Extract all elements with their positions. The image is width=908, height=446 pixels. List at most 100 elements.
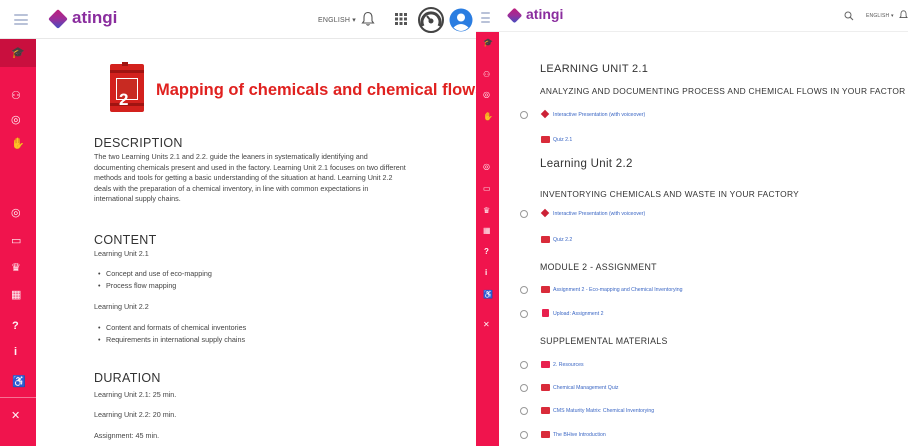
users-icon[interactable]: ⚇ — [11, 89, 21, 103]
activity-item[interactable]: Assignment 2 - Eco-mapping and Chemical … — [520, 285, 900, 299]
brand-name[interactable]: atingi — [526, 6, 563, 22]
course-overview-pane: atingi ENGLISH ▾ 🎓 ⚇ ◎ ✋ ◎ ▭ ♛ ▦ ? i ♿ ✕… — [0, 0, 476, 446]
activity-link[interactable]: Quiz 2.2 — [553, 237, 572, 243]
completion-checkbox[interactable] — [520, 286, 528, 294]
language-selector[interactable]: ENGLISH ▾ — [318, 16, 356, 24]
activity-item[interactable]: Upload: Assignment 2 — [520, 309, 900, 323]
quiz-icon — [541, 236, 550, 243]
trophy-icon[interactable]: ♛ — [11, 261, 21, 275]
users-icon[interactable]: ⚇ — [483, 70, 490, 80]
content-bullet: Concept and use of eco-mapping — [98, 269, 212, 278]
activity-item[interactable]: CMS Maturity Matrix: Chemical Inventoryi… — [520, 406, 900, 420]
bell-icon[interactable] — [361, 11, 375, 27]
activity-link[interactable]: Interactive Presentation (with voiceover… — [553, 112, 645, 118]
folder-icon[interactable]: ▭ — [11, 234, 21, 248]
brand-name[interactable]: atingi — [72, 8, 117, 28]
activity-item[interactable]: Chemical Management Quiz — [520, 383, 900, 397]
compass-icon[interactable]: ◎ — [11, 113, 21, 127]
completion-checkbox[interactable] — [520, 210, 528, 218]
activity-item[interactable]: Interactive Presentation (with voiceover… — [520, 208, 900, 223]
completion-checkbox[interactable] — [520, 361, 528, 369]
graduation-cap-icon[interactable]: 🎓 — [11, 46, 25, 60]
activity-link[interactable]: Interactive Presentation (with voiceover… — [553, 211, 645, 217]
completion-checkbox[interactable] — [520, 111, 528, 119]
activity-link[interactable]: 2. Resources — [553, 362, 584, 368]
module-number: 2 — [119, 90, 129, 109]
progress-gauge-icon[interactable] — [417, 6, 445, 34]
unit1-title: LEARNING UNIT 2.1 — [540, 63, 649, 75]
upload-icon — [542, 309, 549, 317]
collapse-icon[interactable]: ✕ — [483, 320, 490, 330]
completion-checkbox[interactable] — [520, 431, 528, 439]
course-description: 2 Mapping of chemicals and chemical flow… — [36, 40, 476, 446]
completion-checkbox[interactable] — [520, 384, 528, 392]
unit2-subtitle: INVENTORYING CHEMICALS AND WASTE IN YOUR… — [540, 189, 800, 199]
activity-item[interactable]: Quiz 2.2 — [520, 235, 900, 249]
activity-item[interactable]: The BHive Introduction — [520, 430, 900, 444]
activity-item[interactable]: Quiz 2.1 — [520, 135, 900, 149]
unit2-title: Learning Unit 2.2 — [540, 158, 633, 170]
thumbs-up-icon[interactable]: ✋ — [11, 137, 25, 151]
completion-checkbox[interactable] — [520, 310, 528, 318]
description-line: deals with the preparation of a chemical… — [94, 183, 369, 193]
right-sidebar: 🎓 ⚇ ◎ ✋ ◎ ▭ ♛ ▦ ? i ♿ ✕ — [476, 32, 499, 446]
content-bullet: Content and formats of chemical inventor… — [98, 323, 246, 332]
language-selector[interactable]: ENGLISH ▾ — [866, 13, 894, 19]
top-bar: atingi ENGLISH ▾ — [0, 0, 476, 39]
module-title: Mapping of chemicals and chemical flows — [156, 81, 476, 99]
activity-item[interactable]: Interactive Presentation (with voiceover… — [520, 109, 900, 124]
thumbs-up-icon[interactable]: ✋ — [483, 112, 493, 122]
description-line: The two Learning Units 2.1 and 2.2. guid… — [94, 152, 368, 161]
content-unit2-label: Learning Unit 2.2 — [94, 302, 149, 311]
bell-icon[interactable] — [899, 9, 908, 21]
duration-line: Assignment: 45 min. — [94, 431, 160, 440]
content-bullet: Process flow mapping — [98, 281, 176, 290]
calendar-icon[interactable]: ▦ — [483, 226, 491, 236]
accessibility-icon[interactable]: ♿ — [483, 290, 493, 300]
accessibility-icon[interactable]: ♿ — [12, 375, 26, 389]
collapse-icon[interactable]: ✕ — [11, 409, 20, 423]
description-line: methods and tools for getting a basic un… — [94, 173, 393, 183]
compass-icon[interactable]: ◎ — [483, 90, 490, 100]
info-icon[interactable]: i — [485, 268, 487, 278]
activity-item[interactable]: 2. Resources — [520, 360, 900, 374]
info-icon[interactable]: i — [14, 345, 17, 359]
presentation-icon — [540, 208, 550, 218]
search-icon[interactable] — [844, 11, 854, 21]
help-icon[interactable]: ? — [12, 319, 19, 333]
quiz-icon — [541, 136, 550, 143]
activity-link[interactable]: Quiz 2.1 — [553, 137, 572, 143]
assignment-title: MODULE 2 - ASSIGNMENT — [540, 262, 657, 272]
activity-link[interactable]: CMS Maturity Matrix: Chemical Inventoryi… — [553, 408, 654, 414]
folder-icon[interactable]: ▭ — [483, 184, 491, 194]
explore-icon[interactable]: ◎ — [483, 162, 490, 172]
document-icon — [541, 407, 550, 414]
document-icon — [541, 431, 550, 438]
unit1-subtitle: ANALYZING AND DOCUMENTING PROCESS AND CH… — [540, 86, 906, 96]
top-bar-right: atingi ENGLISH ▾ — [476, 0, 908, 32]
explore-icon[interactable]: ◎ — [11, 206, 21, 220]
graduation-cap-icon[interactable]: 🎓 — [483, 38, 493, 48]
activity-link[interactable]: The BHive Introduction — [553, 432, 606, 438]
menu-icon[interactable] — [481, 12, 490, 23]
completion-checkbox[interactable] — [520, 407, 528, 415]
content-bullet: Requirements in international supply cha… — [98, 335, 245, 344]
assignment-icon — [541, 286, 550, 293]
trophy-icon[interactable]: ♛ — [483, 206, 490, 216]
folder-icon — [541, 361, 550, 368]
user-avatar-icon[interactable] — [449, 8, 473, 32]
help-icon[interactable]: ? — [484, 247, 489, 257]
atingi-logo-icon — [506, 7, 523, 24]
quiz-icon — [541, 384, 550, 391]
supplemental-title: SUPPLEMENTAL MATERIALS — [540, 336, 668, 346]
calendar-icon[interactable]: ▦ — [11, 288, 21, 302]
apps-grid-icon[interactable] — [394, 12, 408, 26]
description-heading: DESCRIPTION — [94, 136, 183, 150]
menu-icon[interactable] — [14, 14, 28, 25]
course-contents-pane: atingi ENGLISH ▾ 🎓 ⚇ ◎ ✋ ◎ ▭ ♛ ▦ ? i ♿ ✕… — [476, 0, 908, 446]
activity-link[interactable]: Chemical Management Quiz — [553, 385, 618, 391]
presentation-icon — [540, 109, 550, 119]
activity-link[interactable]: Upload: Assignment 2 — [553, 311, 603, 317]
activity-link[interactable]: Assignment 2 - Eco-mapping and Chemical … — [553, 287, 682, 293]
left-sidebar: 🎓 ⚇ ◎ ✋ ◎ ▭ ♛ ▦ ? i ♿ ✕ — [0, 39, 36, 446]
